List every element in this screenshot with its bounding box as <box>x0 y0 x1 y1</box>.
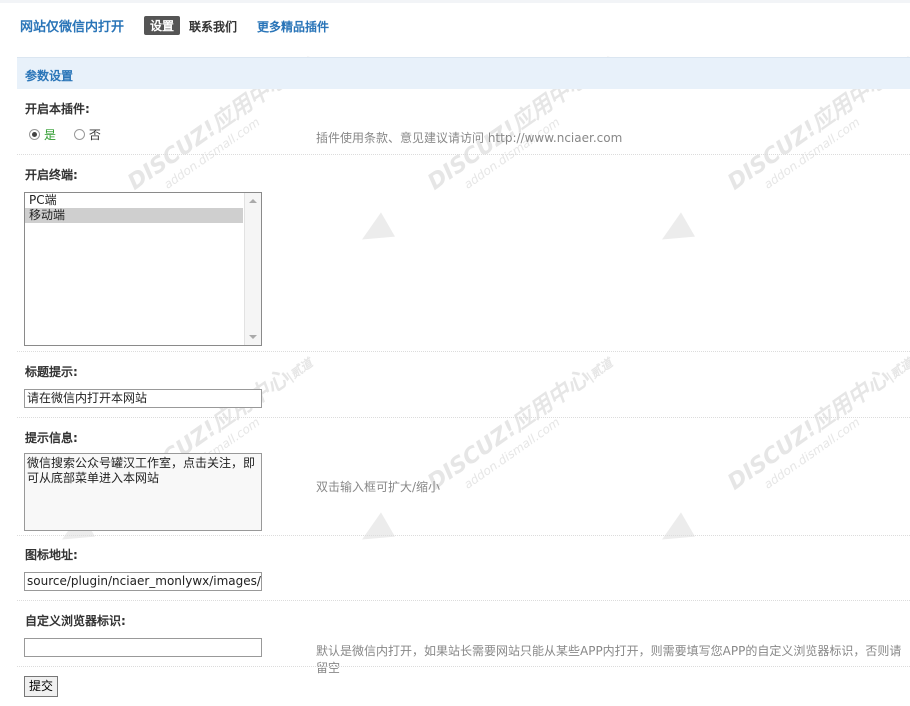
tip-info-textarea[interactable]: 微信搜索公众号罐汉工作室，点击关注，即可从底部菜单进入本网站 <box>24 453 262 531</box>
tab-contact[interactable]: 联系我们 <box>189 18 237 35</box>
tip-info-hint: 双击输入框可扩大/缩小 <box>316 480 441 494</box>
scroll-up-icon[interactable] <box>249 199 257 203</box>
watermark: DISCUZ!应用中心|贰道addon.dismall.com <box>655 56 910 260</box>
submit-button[interactable]: 提交 <box>24 676 59 697</box>
divider <box>17 154 910 155</box>
watermark: DISCUZ!应用中心|贰道addon.dismall.com <box>655 356 910 560</box>
watermark-arrow-icon <box>655 512 695 552</box>
watermark-arrow-icon <box>655 212 695 252</box>
radio-no[interactable] <box>73 129 85 140</box>
tab-more-plugins[interactable]: 更多精品插件 <box>257 18 329 35</box>
divider <box>17 535 910 536</box>
top-nav: 网站仅微信内打开 设置 联系我们 更多精品插件 <box>0 0 910 47</box>
enable-plugin-radio-group: 是 否 <box>29 126 101 143</box>
divider <box>17 600 910 601</box>
watermark-arrow-icon <box>355 212 395 252</box>
title-tip-input[interactable]: 请在微信内打开本网站 <box>24 389 262 408</box>
enable-plugin-hint: 插件使用条款、意见建议请访问 http://www.nciaer.com <box>316 131 623 145</box>
section-header: 参数设置 <box>17 57 910 89</box>
listbox-scrollbar[interactable] <box>244 193 261 345</box>
tip-info-label: 提示信息: <box>25 431 78 445</box>
watermark-arrow-icon <box>355 512 395 552</box>
terminals-label: 开启终端: <box>25 168 78 182</box>
icon-url-input[interactable]: source/plugin/nciaer_monlywx/images/w <box>24 572 262 591</box>
enable-plugin-label: 开启本插件: <box>25 102 90 116</box>
custom-ua-hint: 默认是微信内打开，如果站长需要网站只能从某些APP内打开，则需要填写您APP的自… <box>316 644 902 675</box>
terminals-listbox[interactable]: PC端 移动端 <box>24 192 262 346</box>
custom-ua-input[interactable] <box>24 638 262 657</box>
radio-yes[interactable] <box>29 129 40 140</box>
listbox-option-mobile[interactable]: 移动端 <box>25 208 243 223</box>
icon-url-label: 图标地址: <box>25 548 78 562</box>
radio-yes-label[interactable]: 是 <box>44 128 56 142</box>
section-title: 参数设置 <box>25 69 74 83</box>
divider <box>17 351 910 352</box>
plugin-settings-page: 网站仅微信内打开 设置 联系我们 更多精品插件 参数设置 开启本插件: 是 否 … <box>0 0 910 697</box>
scroll-down-icon[interactable] <box>249 335 257 339</box>
divider <box>17 417 910 418</box>
tab-settings[interactable]: 设置 <box>144 16 181 35</box>
radio-no-label[interactable]: 否 <box>89 128 101 142</box>
divider <box>17 666 910 667</box>
listbox-option-pc[interactable]: PC端 <box>25 193 243 208</box>
plugin-title: 网站仅微信内打开 <box>20 20 125 35</box>
custom-ua-label: 自定义浏览器标识: <box>25 614 126 628</box>
title-tip-label: 标题提示: <box>25 365 78 379</box>
